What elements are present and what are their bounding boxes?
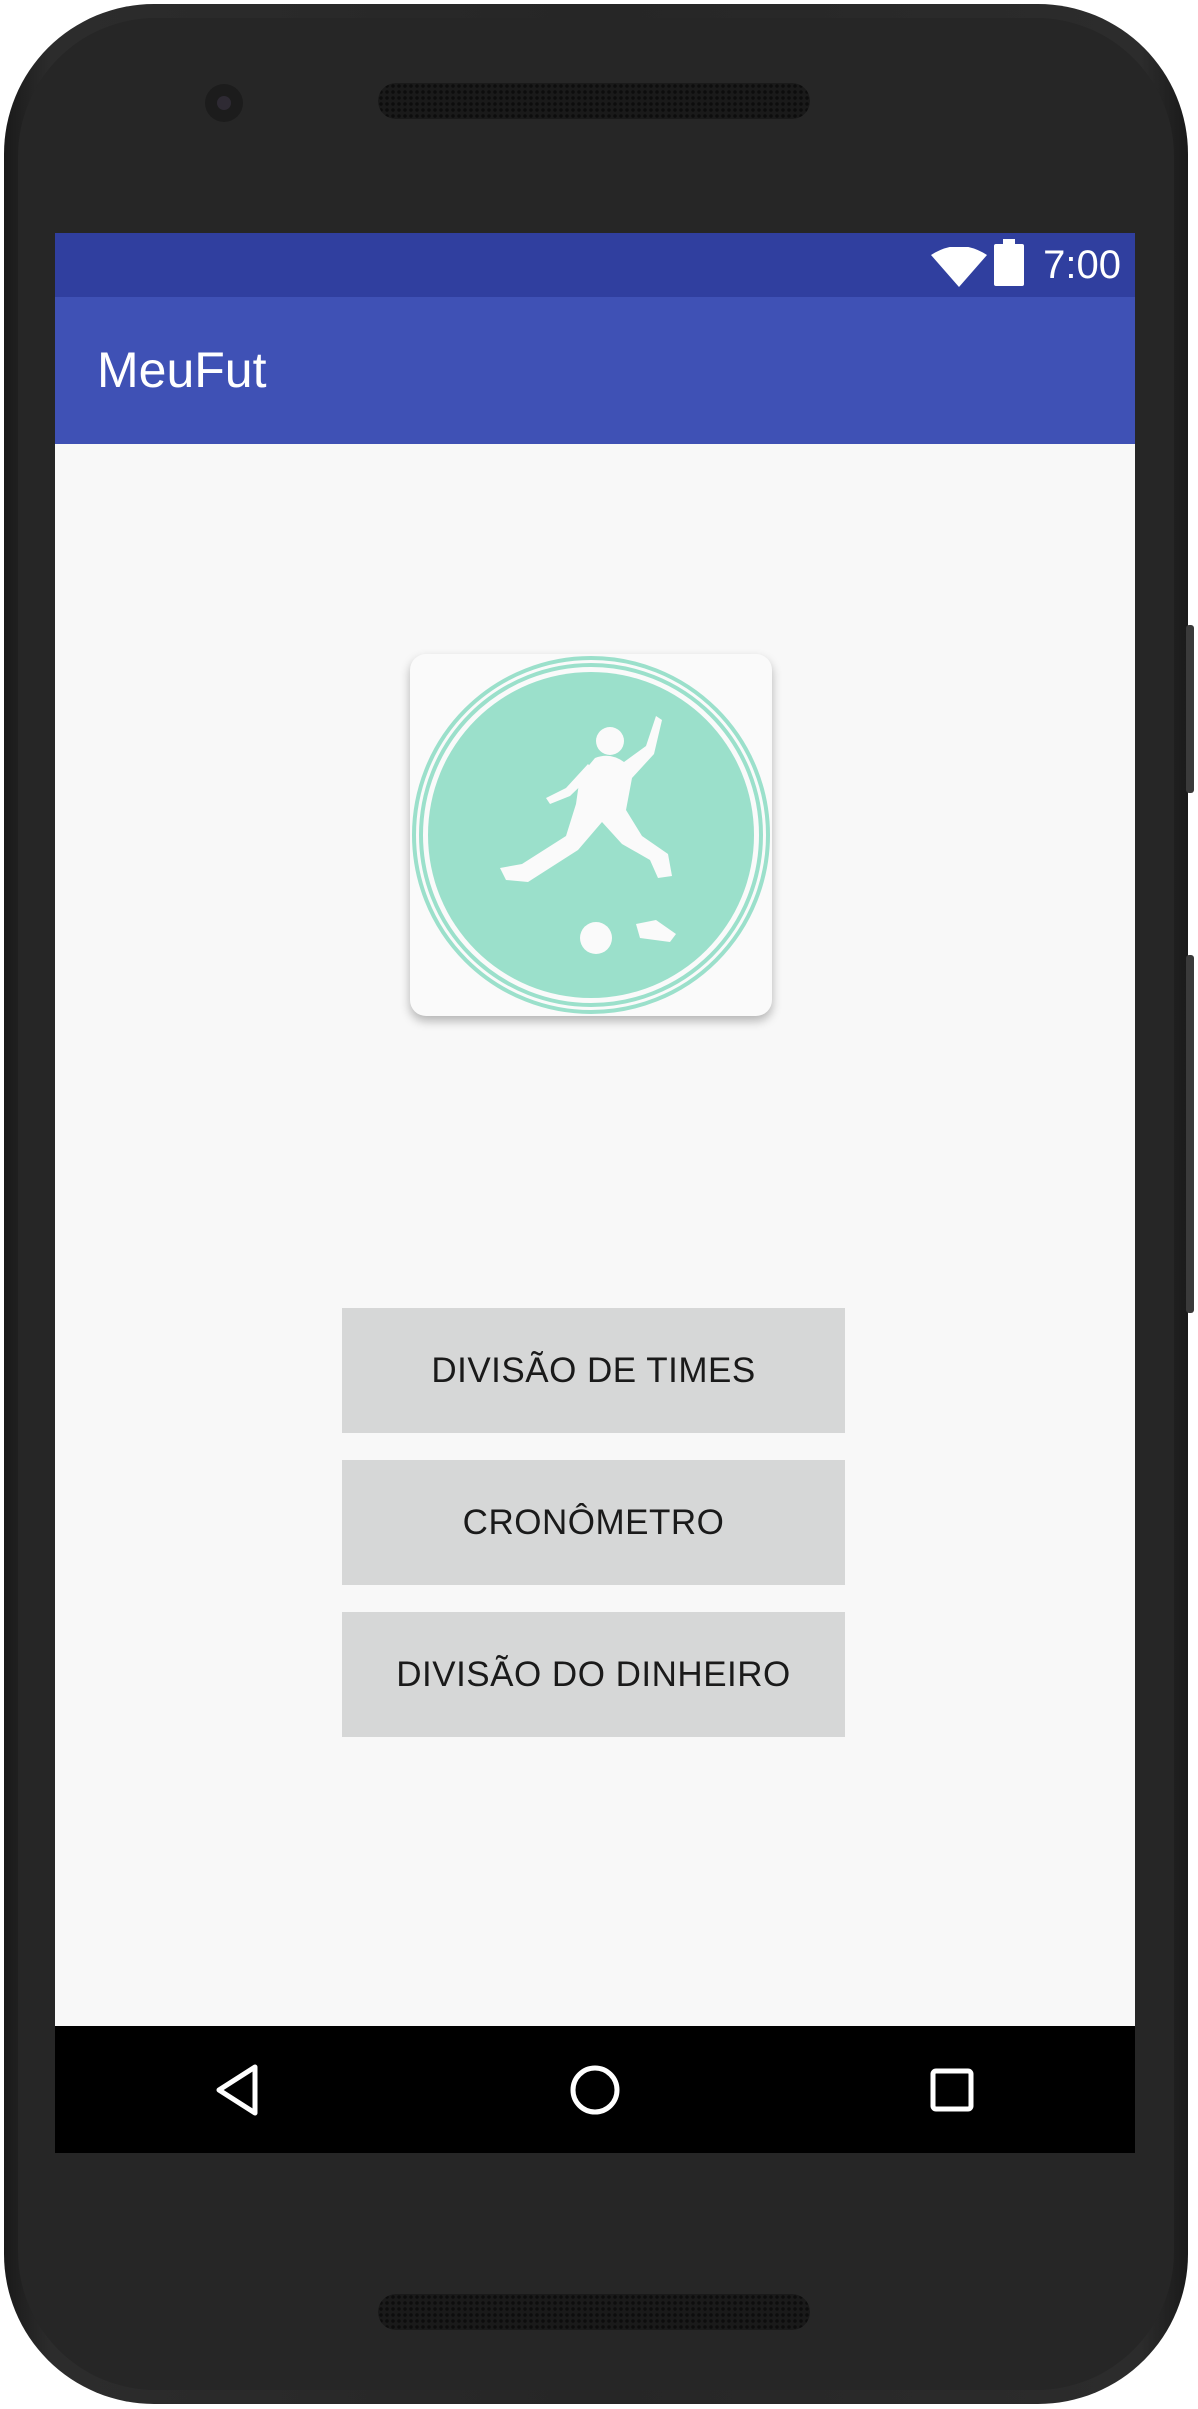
back-icon [216,2064,258,2115]
recents-icon [930,2068,974,2111]
soccer-player-icon [412,656,770,1014]
navigation-bar [55,2026,1135,2153]
screen: 7:00 MeuFut DIVISÃO DE TIMES CRONÔMETRO … [55,233,1135,2153]
home-icon [570,2065,620,2114]
app-bar: MeuFut [55,297,1135,444]
top-speaker [378,83,810,119]
status-bar: 7:00 [55,233,1135,297]
status-time: 7:00 [1043,243,1121,287]
nav-recents-button[interactable] [892,2026,1012,2153]
app-title: MeuFut [97,342,267,398]
power-button [1186,625,1194,793]
app-logo [410,654,772,1016]
bottom-speaker [378,2294,810,2330]
nav-home-button[interactable] [535,2026,655,2153]
volume-button [1186,955,1194,1313]
money-division-label: DIVISÃO DO DINHEIRO [396,1654,791,1694]
stopwatch-button[interactable]: CRONÔMETRO [342,1460,845,1585]
money-division-button[interactable]: DIVISÃO DO DINHEIRO [342,1612,845,1737]
battery-icon [994,239,1024,286]
front-camera [205,84,243,122]
stopwatch-label: CRONÔMETRO [462,1502,725,1542]
team-division-button[interactable]: DIVISÃO DE TIMES [342,1308,845,1433]
team-division-label: DIVISÃO DE TIMES [431,1350,756,1390]
wifi-icon [931,247,987,287]
nav-back-button[interactable] [177,2026,297,2153]
